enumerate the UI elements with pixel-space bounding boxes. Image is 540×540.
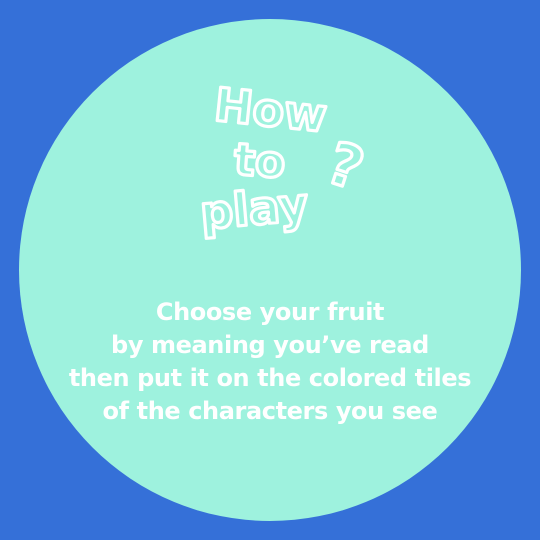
instruction-line-3: then put it on the colored tiles [68,364,472,392]
title-word-how: How [212,77,330,142]
instruction-line-1: Choose your fruit [155,298,385,326]
instructions-text: Choose your fruit by meaning you’ve read… [20,296,520,428]
how-to-play-title-art: How to ? play [196,76,373,242]
title-word-play: play [198,177,311,240]
question-mark-icon: ? [319,129,372,204]
instruction-line-4: of the characters you see [102,397,438,425]
how-to-play-logo: How to ? play [180,76,380,242]
instruction-line-2: by meaning you’ve read [111,331,429,359]
